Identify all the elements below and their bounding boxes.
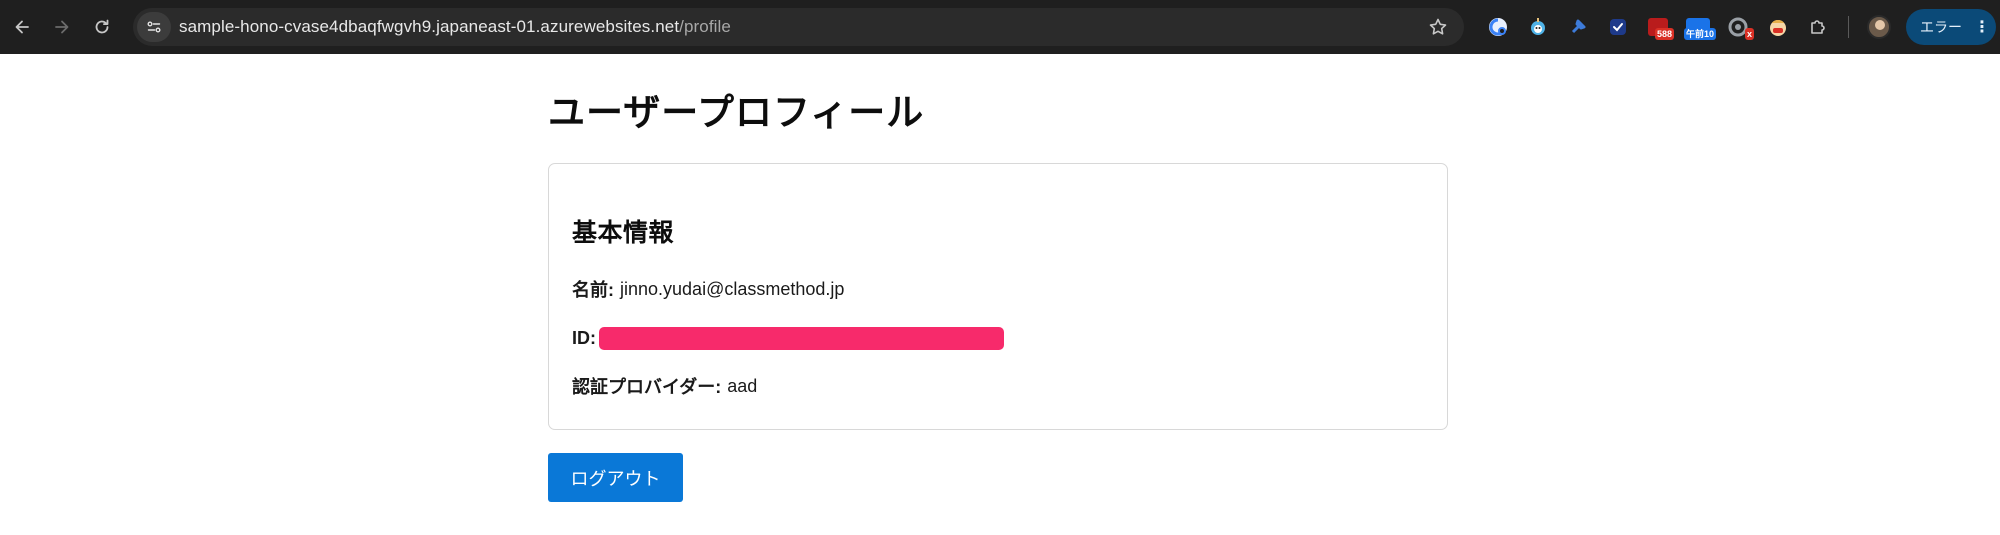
more-vert-icon: ⋮ bbox=[1974, 19, 1990, 36]
counter-extension-icon[interactable]: 588 bbox=[1638, 7, 1678, 47]
error-label: エラー bbox=[1920, 19, 1962, 35]
pin-extension-icon[interactable] bbox=[1558, 7, 1598, 47]
error-menu-button[interactable]: エラー ⋮ bbox=[1906, 9, 1996, 45]
url-host: sample-hono-cvase4dbaqfwgvh9.japaneast-0… bbox=[179, 17, 680, 36]
back-arrow-icon[interactable] bbox=[2, 7, 42, 47]
name-label: 名前: bbox=[572, 280, 614, 300]
pdf-extension-icon[interactable] bbox=[1478, 7, 1518, 47]
profile-page: ユーザープロフィール 基本情報 名前: jinno.yudai@classmet… bbox=[548, 54, 1448, 502]
redacted-id bbox=[599, 327, 1004, 350]
forward-arrow-icon[interactable] bbox=[42, 7, 82, 47]
avatar bbox=[1867, 15, 1891, 39]
mascot-extension-icon[interactable] bbox=[1758, 7, 1798, 47]
provider-label: 認証プロバイダー: bbox=[572, 377, 722, 397]
puzzle-icon[interactable] bbox=[1798, 7, 1838, 47]
id-label: ID: bbox=[572, 328, 596, 348]
url-path: /profile bbox=[679, 17, 731, 36]
section-title: 基本情報 bbox=[572, 219, 675, 247]
name-field: 名前: jinno.yudai@classmethod.jp bbox=[572, 276, 1447, 302]
robot-extension-icon[interactable] bbox=[1518, 7, 1558, 47]
name-value: jinno.yudai@classmethod.jp bbox=[620, 278, 845, 299]
address-bar[interactable]: sample-hono-cvase4dbaqfwgvh9.japaneast-0… bbox=[133, 8, 1464, 46]
id-field: ID: bbox=[572, 327, 1447, 350]
profile-avatar[interactable] bbox=[1859, 7, 1899, 47]
extensions-area: 588 午前10 x bbox=[1478, 0, 1899, 54]
page-title: ユーザープロフィール bbox=[548, 92, 925, 133]
provider-value: aad bbox=[727, 375, 758, 396]
provider-field: 認証プロバイダー: aad bbox=[572, 373, 1447, 399]
url-text[interactable]: sample-hono-cvase4dbaqfwgvh9.japaneast-0… bbox=[179, 17, 731, 37]
basic-info-card: 基本情報 名前: jinno.yudai@classmethod.jp ID: … bbox=[548, 163, 1448, 430]
browser-toolbar: sample-hono-cvase4dbaqfwgvh9.japaneast-0… bbox=[0, 0, 2000, 54]
record-badge: x bbox=[1744, 28, 1754, 40]
site-info-icon[interactable] bbox=[137, 12, 171, 42]
check-extension-icon[interactable] bbox=[1598, 7, 1638, 47]
toolbar-divider bbox=[1848, 16, 1849, 38]
reload-icon[interactable] bbox=[82, 7, 122, 47]
bookmark-star-icon[interactable] bbox=[1428, 17, 1448, 37]
record-extension-icon[interactable]: x bbox=[1718, 7, 1758, 47]
calendar-extension-icon[interactable]: 午前10 bbox=[1678, 7, 1718, 47]
logout-button[interactable]: ログアウト bbox=[548, 453, 683, 502]
counter-badge: 588 bbox=[1654, 28, 1674, 40]
calendar-badge: 午前10 bbox=[1683, 28, 1716, 40]
